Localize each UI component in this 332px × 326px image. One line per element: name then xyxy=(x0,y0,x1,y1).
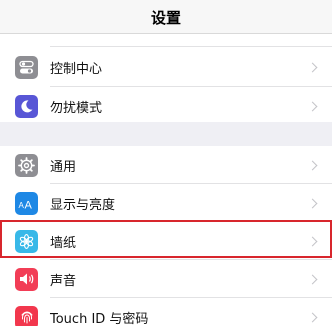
settings-row-control-center[interactable]: 控制中心 xyxy=(0,48,332,86)
settings-row-label: 勿扰模式 xyxy=(50,100,103,116)
gear-icon xyxy=(15,153,38,177)
settings-row-label: 墙纸 xyxy=(50,235,77,251)
settings-row-label: 通用 xyxy=(50,159,77,175)
settings-row-wallpaper[interactable]: 墙纸 xyxy=(0,222,332,260)
moon-icon xyxy=(15,94,38,118)
settings-row-do-not-disturb[interactable]: 勿扰模式 xyxy=(0,87,332,125)
wallpaper-flower-icon xyxy=(15,229,38,253)
settings-row-label: 声音 xyxy=(50,273,77,289)
chevron-right-icon xyxy=(307,274,318,284)
settings-row-label: Touch ID 与密码 xyxy=(50,311,149,326)
settings-row-display-brightness[interactable]: A A 显示与亮度 xyxy=(0,184,332,222)
navbar-divider xyxy=(0,33,332,34)
settings-row-sounds[interactable]: 声音 xyxy=(0,260,332,298)
page-title: 设置 xyxy=(150,8,181,27)
settings-row-general[interactable]: 通用 xyxy=(0,146,332,184)
svg-text:A: A xyxy=(25,199,33,210)
settings-group-2: 通用 A A 显示与亮度 墙纸 声音 Touch ID 与密码 xyxy=(0,146,332,326)
chevron-right-icon xyxy=(307,101,318,111)
chevron-right-icon xyxy=(307,312,318,322)
chevron-right-icon xyxy=(307,160,318,170)
speaker-icon xyxy=(15,267,38,291)
chevron-right-icon xyxy=(307,236,318,246)
fingerprint-icon xyxy=(15,305,38,326)
control-center-icon xyxy=(15,55,38,79)
settings-group-1: 通知 控制中心 勿扰模式 xyxy=(0,10,332,125)
navigation-bar: 设置 xyxy=(0,0,332,34)
chevron-right-icon xyxy=(307,62,318,72)
divider xyxy=(50,46,332,47)
settings-row-label: 显示与亮度 xyxy=(50,197,116,213)
chevron-right-icon xyxy=(307,198,318,208)
display-brightness-icon: A A xyxy=(15,191,38,215)
settings-row-touch-id-passcode[interactable]: Touch ID 与密码 xyxy=(0,298,332,326)
settings-row-label: 控制中心 xyxy=(50,61,103,77)
